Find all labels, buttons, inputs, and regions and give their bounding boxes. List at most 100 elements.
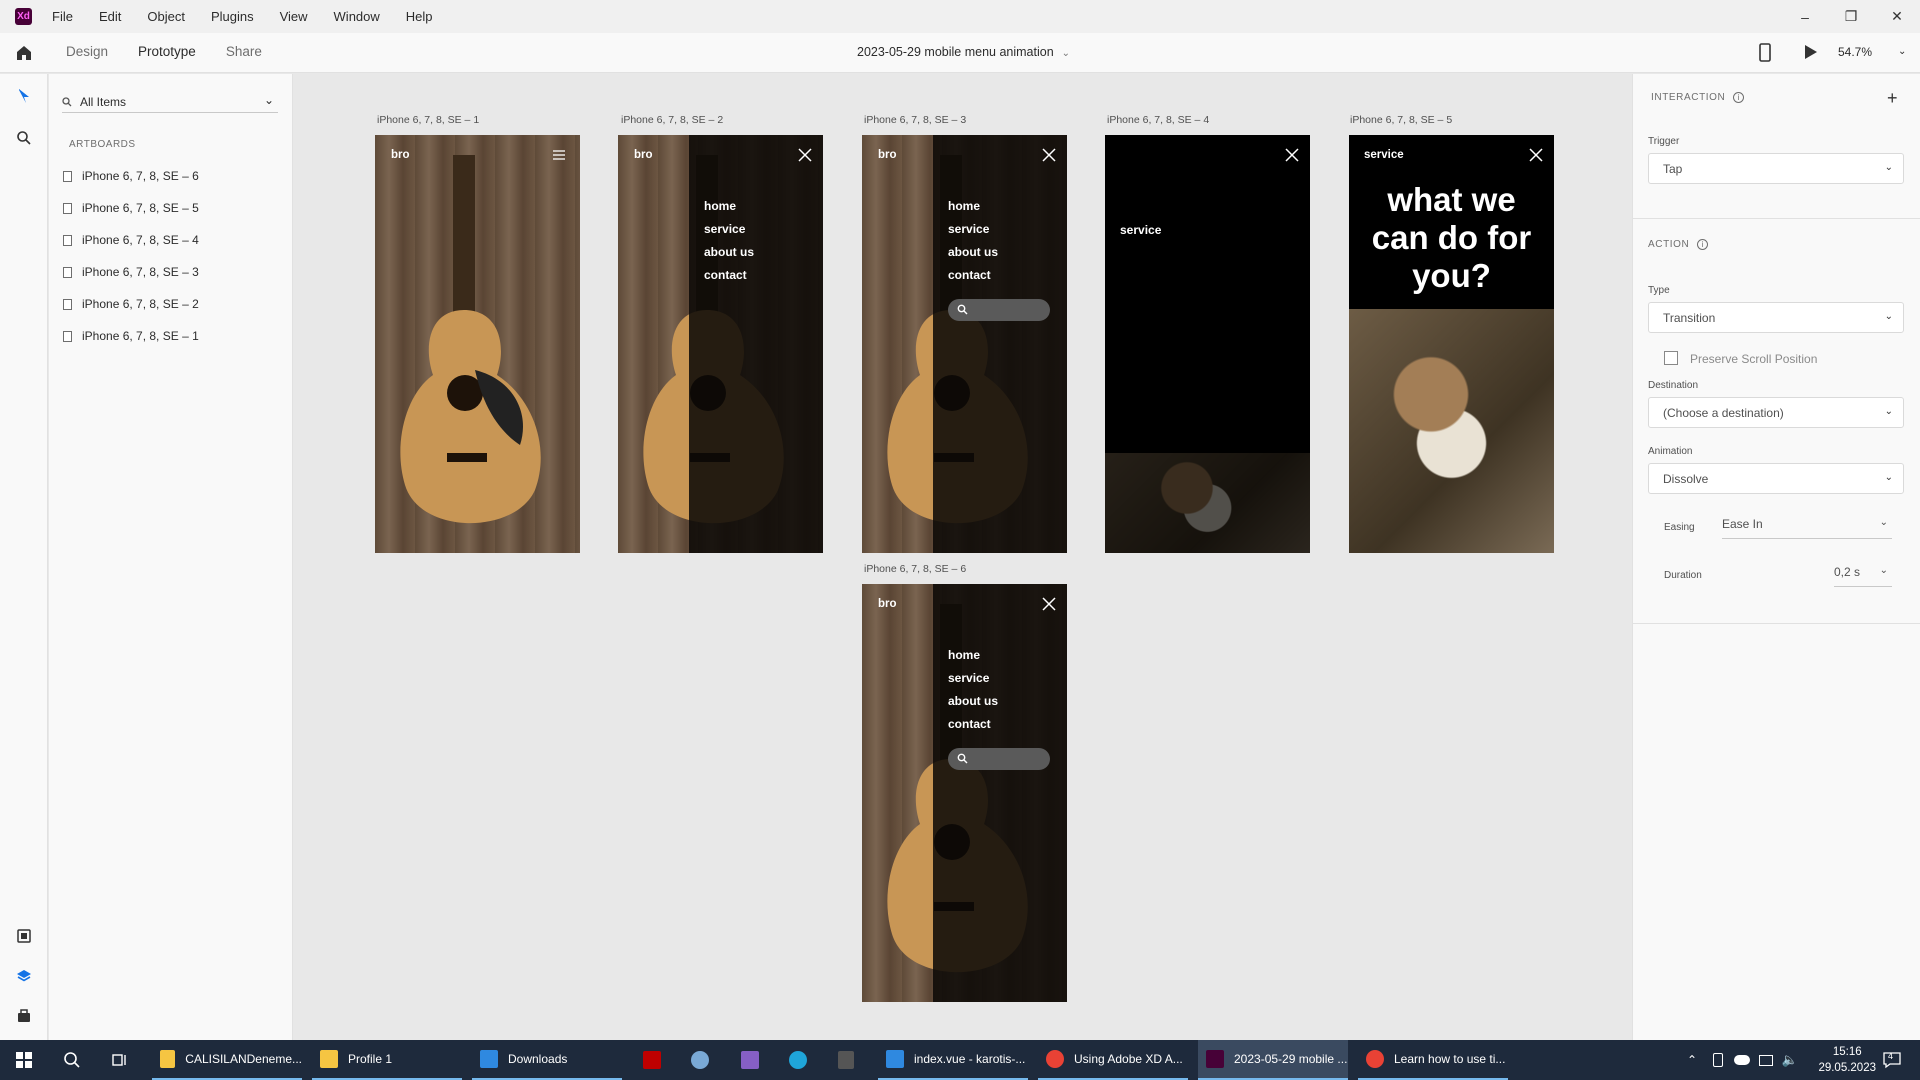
device-preview-icon[interactable] <box>1758 43 1772 63</box>
nav-service[interactable]: service <box>948 671 998 694</box>
cloud-icon[interactable] <box>1730 1048 1754 1072</box>
duration-dropdown[interactable]: 0,2 s ⌄ <box>1834 565 1892 587</box>
assets-icon[interactable] <box>14 926 34 946</box>
paint-icon[interactable] <box>688 1048 712 1072</box>
task-view-icon[interactable] <box>108 1048 132 1072</box>
list-item[interactable]: iPhone 6, 7, 8, SE – 6 <box>63 160 199 192</box>
taskbar-app[interactable]: Learn how to use ti... <box>1358 1040 1508 1080</box>
nav-home[interactable]: home <box>704 199 754 222</box>
list-item[interactable]: iPhone 6, 7, 8, SE – 4 <box>63 224 199 256</box>
info-icon[interactable]: i <box>1697 239 1709 250</box>
animation-dropdown[interactable]: Dissolve ⌄ <box>1648 463 1904 494</box>
system-clock[interactable]: 15:16 29.05.2023 <box>1818 1044 1876 1076</box>
list-item[interactable]: iPhone 6, 7, 8, SE – 5 <box>63 192 199 224</box>
close-icon[interactable] <box>1041 147 1057 163</box>
document-title-text: 2023-05-29 mobile menu animation <box>857 45 1054 59</box>
nav-contact[interactable]: contact <box>948 717 998 740</box>
menu-edit[interactable]: Edit <box>99 9 121 24</box>
filezilla-icon[interactable] <box>640 1048 664 1072</box>
hamburger-menu-icon[interactable] <box>552 149 566 161</box>
artboard-label[interactable]: iPhone 6, 7, 8, SE – 6 <box>864 563 966 575</box>
menu-window[interactable]: Window <box>334 9 380 24</box>
taskbar-app[interactable]: index.vue - karotis-... <box>878 1040 1028 1080</box>
chevron-down-icon: ⌄ <box>1884 406 1893 417</box>
design-canvas[interactable]: iPhone 6, 7, 8, SE – 1 bro iPhone 6, 7, … <box>294 74 1631 1040</box>
notification-icon[interactable]: 4 <box>1880 1048 1904 1072</box>
list-item[interactable]: iPhone 6, 7, 8, SE – 3 <box>63 256 199 288</box>
tab-prototype[interactable]: Prototype <box>138 33 196 73</box>
menu-plugins[interactable]: Plugins <box>211 9 254 24</box>
menu-object[interactable]: Object <box>147 9 185 24</box>
artboard-5[interactable]: service what we can do for you? <box>1349 135 1554 553</box>
network-icon[interactable] <box>1754 1048 1778 1072</box>
nav-contact[interactable]: contact <box>704 268 754 291</box>
restore-button[interactable]: ❐ <box>1828 0 1874 33</box>
visual-studio-icon[interactable] <box>738 1048 762 1072</box>
volume-icon[interactable]: 🔈 <box>1778 1048 1802 1072</box>
taskbar-app[interactable]: Profile 1 <box>312 1040 462 1080</box>
home-icon[interactable] <box>14 43 34 63</box>
artboard-label[interactable]: iPhone 6, 7, 8, SE – 4 <box>1107 114 1209 126</box>
artboard-2[interactable]: bro home service about us contact <box>618 135 823 553</box>
layers-icon[interactable] <box>14 966 34 986</box>
layers-filter[interactable]: All Items ⌄ <box>62 91 278 113</box>
list-item[interactable]: iPhone 6, 7, 8, SE – 1 <box>63 320 199 352</box>
edge-icon[interactable] <box>786 1048 810 1072</box>
taskbar-app[interactable]: 2023-05-29 mobile ... <box>1198 1040 1348 1080</box>
chevron-up-icon[interactable]: ⌃ <box>1680 1048 1704 1072</box>
artboard-label[interactable]: iPhone 6, 7, 8, SE – 5 <box>1350 114 1452 126</box>
device-icon[interactable] <box>1706 1048 1730 1072</box>
taskbar-app[interactable]: Using Adobe XD A... <box>1038 1040 1188 1080</box>
search-pill[interactable] <box>948 748 1050 770</box>
nav-service[interactable]: service <box>948 222 998 245</box>
close-icon[interactable] <box>1041 596 1057 612</box>
info-icon[interactable]: i <box>1733 92 1745 103</box>
close-icon[interactable] <box>1528 147 1544 163</box>
easing-dropdown[interactable]: Ease In ⌄ <box>1722 517 1892 539</box>
artboard-4[interactable]: service <box>1105 135 1310 553</box>
brand-logo: bro <box>634 149 653 161</box>
start-icon[interactable] <box>12 1048 36 1072</box>
type-dropdown[interactable]: Transition ⌄ <box>1648 302 1904 333</box>
add-interaction-icon[interactable]: + <box>1887 88 1898 109</box>
tab-design[interactable]: Design <box>66 33 108 73</box>
destination-dropdown[interactable]: (Choose a destination) ⌄ <box>1648 397 1904 428</box>
list-item[interactable]: iPhone 6, 7, 8, SE – 2 <box>63 288 199 320</box>
close-button[interactable]: ✕ <box>1874 0 1920 33</box>
preserve-scroll-checkbox[interactable] <box>1664 351 1678 365</box>
artboard-6[interactable]: bro home service about us contact <box>862 584 1067 1002</box>
artboard-list: iPhone 6, 7, 8, SE – 6 iPhone 6, 7, 8, S… <box>63 160 199 352</box>
artboard-label[interactable]: iPhone 6, 7, 8, SE – 2 <box>621 114 723 126</box>
calculator-icon[interactable] <box>834 1048 858 1072</box>
nav-service[interactable]: service <box>704 222 754 245</box>
nav-home[interactable]: home <box>948 199 998 222</box>
minimize-button[interactable]: – <box>1782 0 1828 33</box>
search-icon[interactable] <box>60 1048 84 1072</box>
select-tool-icon[interactable] <box>14 86 34 106</box>
artboard-1[interactable]: bro <box>375 135 580 553</box>
trigger-dropdown[interactable]: Tap ⌄ <box>1648 153 1904 184</box>
taskbar-app[interactable]: CALISILANDeneme... <box>152 1040 302 1080</box>
artboard-3[interactable]: bro home service about us contact <box>862 135 1067 553</box>
play-icon[interactable] <box>1804 44 1818 60</box>
taskbar-app[interactable]: Downloads <box>472 1040 622 1080</box>
nav-home[interactable]: home <box>948 648 998 671</box>
chevron-down-icon[interactable]: ⌄ <box>1898 46 1906 57</box>
artboard-label[interactable]: iPhone 6, 7, 8, SE – 1 <box>377 114 479 126</box>
nav-about-us[interactable]: about us <box>948 694 998 717</box>
menu-help[interactable]: Help <box>406 9 433 24</box>
zoom-level[interactable]: 54.7% <box>1838 45 1872 59</box>
tab-share[interactable]: Share <box>226 33 262 73</box>
document-title[interactable]: 2023-05-29 mobile menu animation ⌄ <box>857 45 1070 59</box>
nav-about-us[interactable]: about us <box>948 245 998 268</box>
close-icon[interactable] <box>1284 147 1300 163</box>
plugins-icon[interactable] <box>14 1006 34 1026</box>
menu-view[interactable]: View <box>280 9 308 24</box>
artboard-label[interactable]: iPhone 6, 7, 8, SE – 3 <box>864 114 966 126</box>
nav-about-us[interactable]: about us <box>704 245 754 268</box>
search-pill[interactable] <box>948 299 1050 321</box>
menu-file[interactable]: File <box>52 9 73 24</box>
nav-contact[interactable]: contact <box>948 268 998 291</box>
close-icon[interactable] <box>797 147 813 163</box>
search-icon[interactable] <box>14 128 34 148</box>
